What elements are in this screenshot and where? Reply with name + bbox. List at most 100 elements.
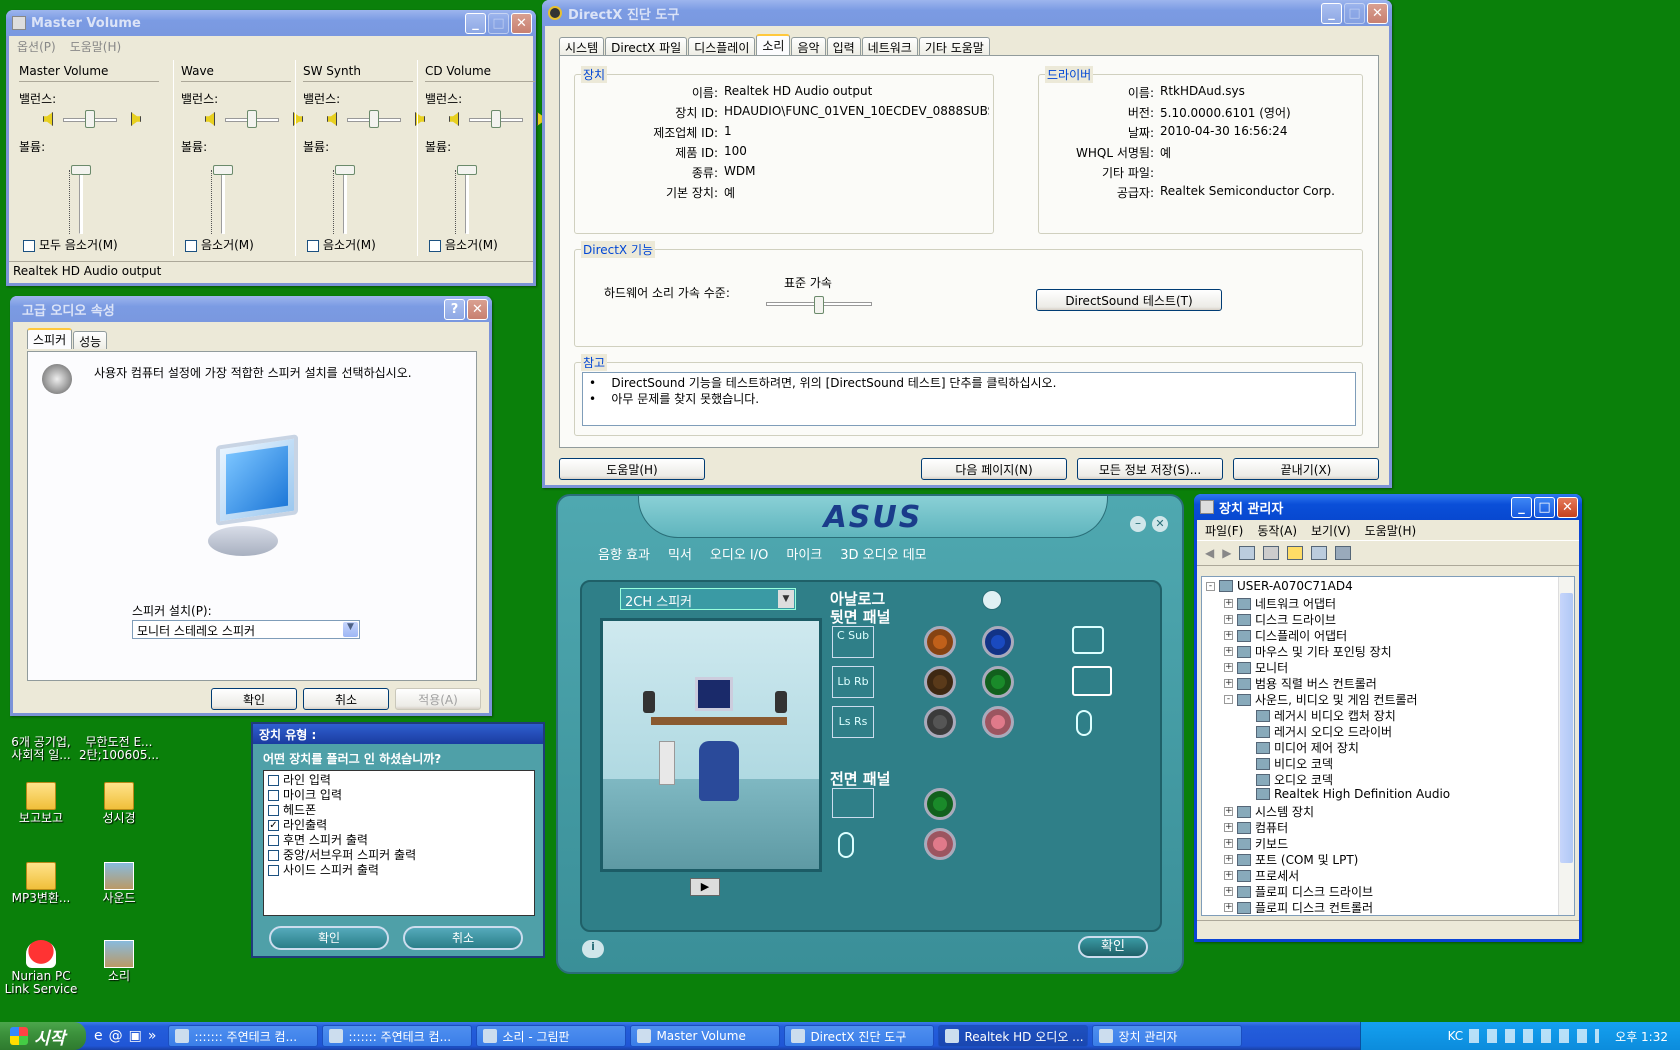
mute-checkbox[interactable]: 음소거(M) — [185, 236, 254, 253]
expand-icon[interactable]: + — [1224, 615, 1233, 624]
outlook-icon[interactable]: @ — [109, 1028, 123, 1044]
asus-nav-item[interactable]: 음향 효과 — [598, 544, 650, 563]
tab-4[interactable]: 음악 — [791, 37, 826, 55]
expand-icon[interactable]: + — [1224, 887, 1233, 896]
accel-slider-thumb[interactable] — [814, 296, 824, 314]
maximize-button[interactable]: □ — [1344, 3, 1365, 24]
tree-item[interactable]: + 키보드 — [1224, 835, 1288, 852]
minimize-button[interactable]: _ — [465, 13, 486, 34]
taskbar-button[interactable]: 장치 관리자 — [1092, 1025, 1243, 1047]
menu-view[interactable]: 보기(V) — [1311, 522, 1351, 538]
save-all-button[interactable]: 모든 정보 저장(S)... — [1077, 458, 1223, 480]
mute-checkbox-box[interactable] — [307, 239, 319, 252]
tab-5[interactable]: 입력 — [826, 37, 861, 55]
device-option-checkbox[interactable] — [268, 850, 279, 861]
tab-7[interactable]: 기타 도움말 — [918, 37, 990, 55]
expand-icon[interactable]: + — [1224, 839, 1233, 848]
minimize-button[interactable]: – — [1130, 516, 1146, 532]
scrollbar[interactable] — [1558, 577, 1574, 915]
expand-icon[interactable]: + — [1224, 903, 1233, 912]
tab-2[interactable]: 디스플레이 — [688, 37, 756, 55]
close-button[interactable]: ✕ — [1152, 516, 1168, 532]
tree-root[interactable]: - USER-A070C71AD4 — [1206, 579, 1353, 593]
expand-icon[interactable]: + — [1224, 631, 1233, 640]
mute-checkbox[interactable]: 모두 음소거(M) — [23, 236, 118, 253]
device-option[interactable]: 라인 입력 — [268, 773, 530, 788]
tree-item[interactable]: - 사운드, 비디오 및 게임 컨트롤러 — [1224, 691, 1418, 708]
taskbar-button[interactable]: Master Volume — [630, 1025, 781, 1047]
tree-item[interactable]: + 모니터 — [1224, 659, 1288, 676]
title-bar[interactable]: 고급 오디오 속성 ? ✕ — [10, 296, 492, 322]
info-icon[interactable]: i — [582, 940, 604, 958]
cancel-button[interactable]: 취소 — [403, 926, 523, 950]
tab-3[interactable]: 소리 — [756, 34, 791, 55]
taskbar-button[interactable]: ::::::: 주연테크 컴... — [322, 1025, 473, 1047]
collapse-icon[interactable]: - — [1224, 695, 1233, 704]
expand-icon[interactable]: + — [1224, 871, 1233, 880]
start-button[interactable]: 시작 — [0, 1022, 86, 1050]
maximize-button[interactable]: □ — [488, 13, 509, 34]
tab-performance[interactable]: 성능 — [73, 331, 108, 349]
chevron-right-icon[interactable]: » — [148, 1028, 157, 1044]
tree-item[interactable]: + 플로피 디스크 드라이브 — [1224, 883, 1373, 900]
apply-button[interactable]: 적용(A) — [395, 688, 481, 710]
tree-item[interactable]: 오디오 코덱 — [1256, 771, 1333, 788]
tree-item[interactable]: + 디스크 드라이브 — [1224, 611, 1336, 628]
asus-nav-item[interactable]: 3D 오디오 데모 — [840, 544, 926, 563]
help-button[interactable]: 도움말(H) — [559, 458, 705, 480]
menu-action[interactable]: 동작(A) — [1257, 522, 1297, 538]
volume-slider[interactable] — [71, 165, 91, 234]
tree-item[interactable]: + 포트 (COM 및 LPT) — [1224, 851, 1358, 868]
help-button[interactable]: ? — [444, 299, 465, 320]
volume-slider-thumb[interactable] — [71, 165, 91, 175]
blue-jack[interactable] — [982, 626, 1014, 658]
volume-slider-thumb[interactable] — [457, 165, 477, 175]
ok-button[interactable]: 확인 — [211, 688, 297, 710]
tree-item[interactable]: 레거시 비디오 캡처 장치 — [1256, 707, 1396, 724]
expand-icon[interactable]: + — [1224, 823, 1233, 832]
collapse-icon[interactable]: - — [1206, 581, 1215, 591]
device-option-checkbox[interactable] — [268, 805, 279, 816]
desktop-icon[interactable]: 보고보고 — [0, 782, 82, 825]
device-option[interactable]: 중앙/서브우퍼 스피커 출력 — [268, 848, 530, 863]
taskbar-button[interactable]: DirectX 진단 도구 — [784, 1025, 935, 1047]
brown-jack[interactable] — [924, 666, 956, 698]
device-option-checkbox[interactable] — [268, 790, 279, 801]
tree-item[interactable]: + 디스플레이 어댑터 — [1224, 627, 1347, 644]
expand-icon[interactable]: + — [1224, 663, 1233, 672]
help-icon[interactable] — [1287, 546, 1304, 560]
device-option-checkbox[interactable] — [268, 775, 279, 786]
taskbar-button[interactable]: 소리 - 그림판 — [476, 1025, 627, 1047]
desktop-icon[interactable]: 성시경 — [78, 782, 160, 825]
device-option[interactable]: ✓ 라인출력 — [268, 818, 530, 833]
minimize-button[interactable]: _ — [1511, 497, 1532, 518]
tab-0[interactable]: 시스템 — [559, 37, 605, 55]
tree-item[interactable]: + 컴퓨터 — [1224, 819, 1288, 836]
close-button[interactable]: ✕ — [511, 13, 532, 34]
tree-item[interactable]: + 범용 직렬 버스 컨트롤러 — [1224, 675, 1377, 692]
asus-nav-item[interactable]: 오디오 I/O — [710, 544, 768, 563]
volume-slider-thumb[interactable] — [213, 165, 233, 175]
front-green-jack[interactable] — [924, 788, 956, 820]
desktop-icon[interactable]: 사운드 — [78, 862, 160, 905]
tree-item[interactable]: + 플로피 디스크 컨트롤러 — [1224, 899, 1373, 915]
close-button[interactable]: ✕ — [1557, 497, 1578, 518]
volume-slider[interactable] — [335, 165, 355, 234]
accel-slider[interactable] — [766, 296, 872, 314]
mute-checkbox-box[interactable] — [185, 239, 197, 252]
tree-item[interactable]: + 프로세서 — [1224, 867, 1299, 884]
menu-file[interactable]: 파일(F) — [1205, 522, 1243, 538]
expand-icon[interactable]: + — [1224, 855, 1233, 864]
mute-checkbox-box[interactable] — [429, 239, 441, 252]
desktop-icon[interactable]: 소리 — [78, 940, 160, 983]
taskbar-button[interactable]: ::::::: 주연테크 컴... — [168, 1025, 319, 1047]
speaker-setup-select[interactable]: 모니터 스테레오 스피커 ▼ — [132, 620, 360, 639]
asus-nav-item[interactable]: 믹서 — [668, 544, 692, 563]
taskbar-button[interactable]: Realtek HD 오디오 ... — [938, 1025, 1089, 1047]
device-option-checkbox[interactable] — [268, 865, 279, 876]
tree-item[interactable]: 비디오 코덱 — [1256, 755, 1333, 772]
tab-speakers[interactable]: 스피커 — [27, 328, 73, 349]
mute-checkbox[interactable]: 음소거(M) — [429, 236, 498, 253]
balance-slider-thumb[interactable] — [491, 110, 501, 128]
close-button[interactable]: ✕ — [1367, 3, 1388, 24]
